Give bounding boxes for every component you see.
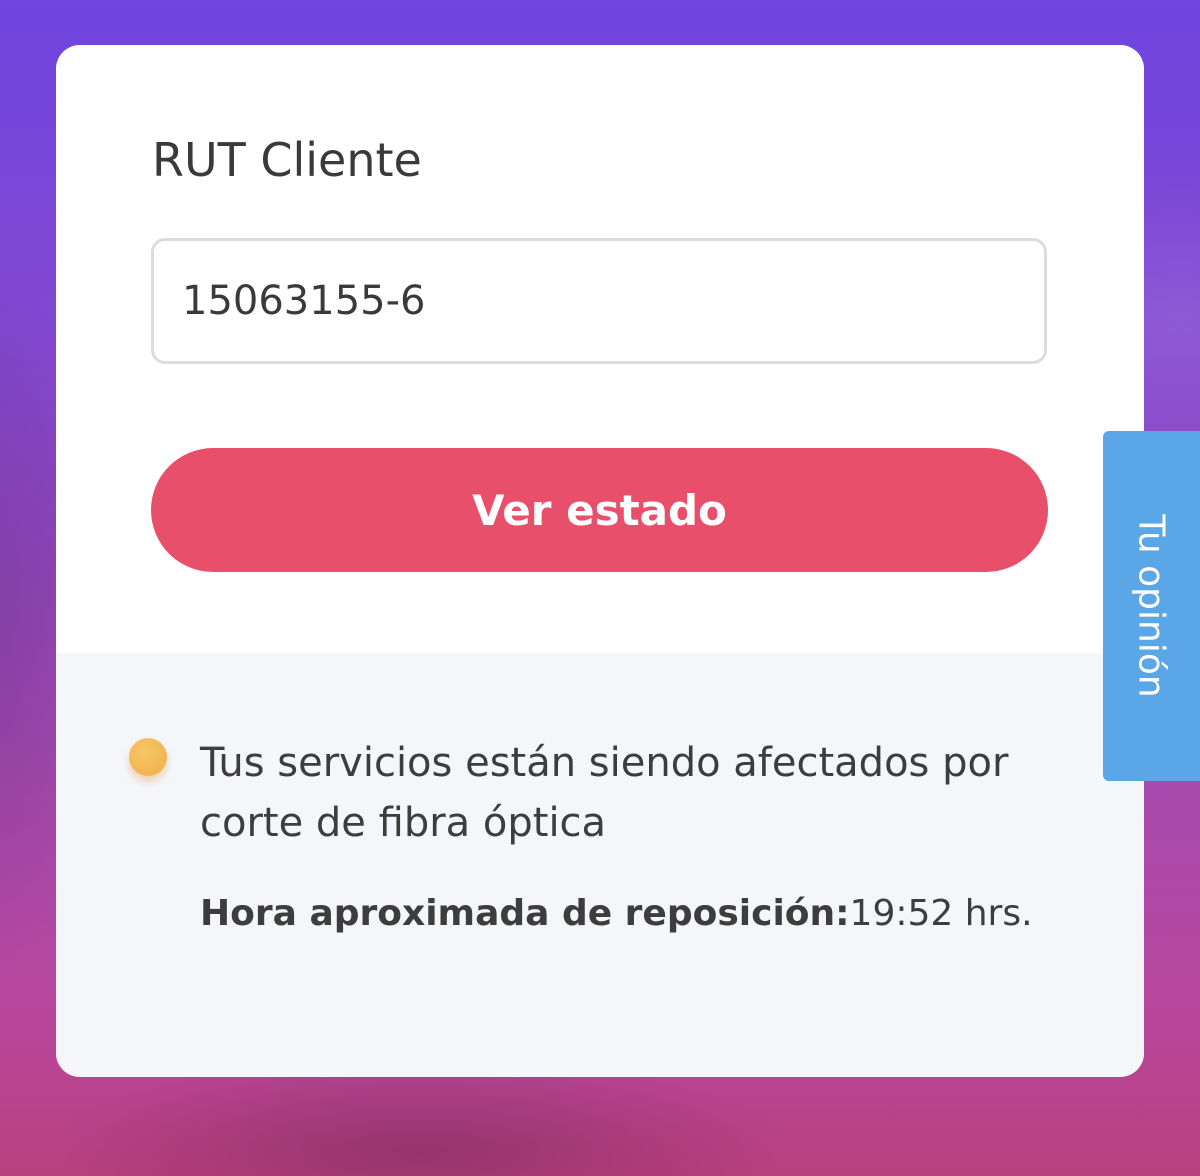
ver-estado-button[interactable]: Ver estado <box>151 448 1048 572</box>
status-indicator-dot <box>129 738 167 776</box>
status-message: Tus servicios están siendo afectados por… <box>200 740 1009 846</box>
eta-value: 19:52 hrs. <box>849 893 1033 934</box>
rut-label: RUT Cliente <box>152 133 422 187</box>
status-panel: Tus servicios están siendo afectados por… <box>56 653 1144 1077</box>
status-card: RUT Cliente Ver estado Tus servicios est… <box>56 45 1144 1077</box>
rut-input[interactable] <box>151 238 1047 364</box>
feedback-tab-label: Tu opinión <box>1130 514 1172 698</box>
eta-label: Hora aproximada de reposición: <box>200 893 850 934</box>
rut-form: RUT Cliente Ver estado <box>56 45 1144 653</box>
eta-line: Hora aproximada de reposición:19:52 hrs. <box>200 893 1033 934</box>
feedback-tab[interactable]: Tu opinión <box>1103 431 1200 781</box>
